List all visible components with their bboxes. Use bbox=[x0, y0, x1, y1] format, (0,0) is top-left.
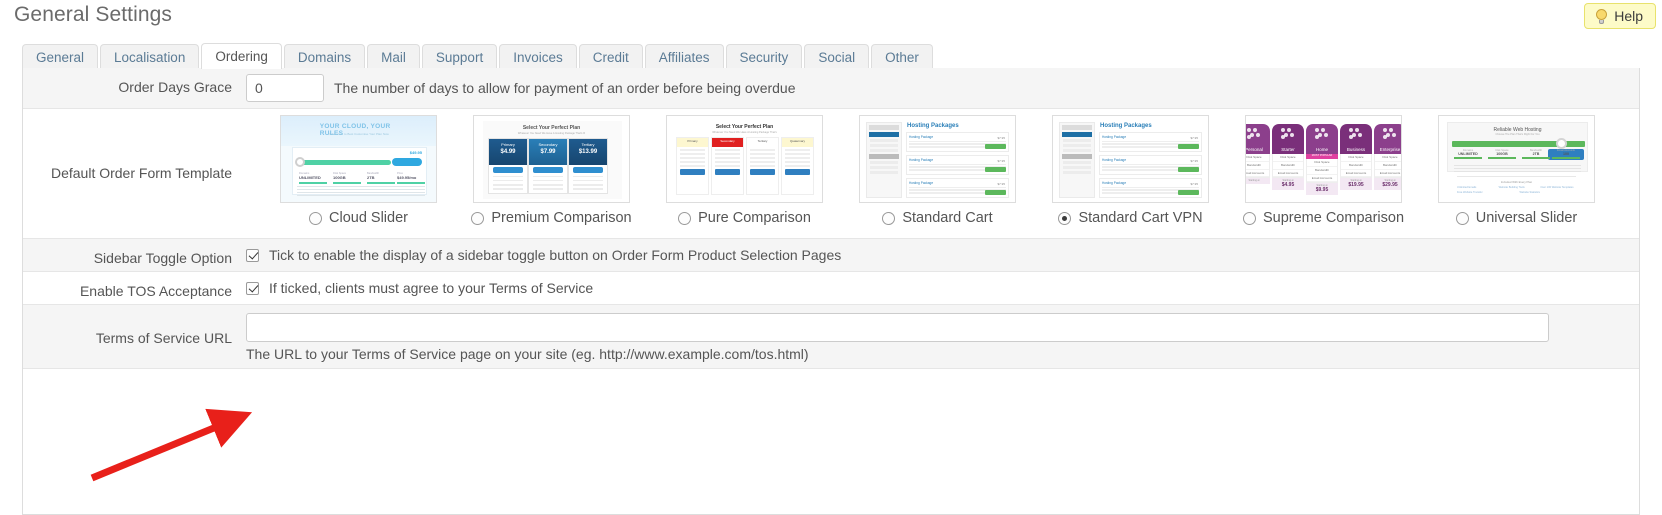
template-label-supreme-comparison: Supreme Comparison bbox=[1263, 210, 1404, 226]
template-label-cloud-slider: Cloud Slider bbox=[329, 210, 408, 226]
settings-tabs: GeneralLocalisationOrderingDomainsMailSu… bbox=[22, 43, 1640, 69]
template-radio-standard-cart[interactable] bbox=[882, 212, 895, 225]
row-sidebar-toggle: Sidebar Toggle Option Tick to enable the… bbox=[23, 239, 1639, 272]
template-thumbnail-standard-cart[interactable]: Hosting PackagesHosting Package $7.95Hos… bbox=[859, 115, 1016, 203]
template-label-universal-slider: Universal Slider bbox=[1476, 210, 1578, 226]
row-default-order-form-template: Default Order Form Template YOUR CLOUD, … bbox=[23, 109, 1639, 239]
tab-support[interactable]: Support bbox=[422, 44, 497, 69]
template-radio-premium-comparison[interactable] bbox=[471, 212, 484, 225]
lightbulb-icon bbox=[1595, 9, 1608, 24]
template-label-row-premium-comparison: Premium Comparison bbox=[471, 210, 631, 226]
template-label-premium-comparison: Premium Comparison bbox=[491, 210, 631, 226]
tos-url-help: The URL to your Terms of Service page on… bbox=[246, 346, 809, 362]
template-thumbnail-supreme-comparison[interactable]: Personal Disk SpaceBandwidthEmail Accoun… bbox=[1245, 115, 1402, 203]
template-radio-standard-cart-vpn[interactable] bbox=[1058, 212, 1071, 225]
tab-invoices[interactable]: Invoices bbox=[499, 44, 577, 69]
template-radio-universal-slider[interactable] bbox=[1456, 212, 1469, 225]
template-radio-pure-comparison[interactable] bbox=[678, 212, 691, 225]
template-thumbnail-universal-slider[interactable]: Reliable Web HostingChoose The Plan That… bbox=[1438, 115, 1595, 203]
help-button[interactable]: Help bbox=[1584, 3, 1656, 29]
template-radio-supreme-comparison[interactable] bbox=[1243, 212, 1256, 225]
template-radio-cloud-slider[interactable] bbox=[309, 212, 322, 225]
order-days-grace-input[interactable] bbox=[246, 74, 324, 102]
template-label-standard-cart: Standard Cart bbox=[902, 210, 992, 226]
template-thumbnail-cloud-slider[interactable]: YOUR CLOUD, YOUR RULES Order Here to Bes… bbox=[280, 115, 437, 203]
template-option-universal-slider[interactable]: Reliable Web HostingChoose The Plan That… bbox=[1420, 115, 1613, 226]
template-option-cloud-slider[interactable]: YOUR CLOUD, YOUR RULES Order Here to Bes… bbox=[262, 115, 455, 226]
template-option-supreme-comparison[interactable]: Personal Disk SpaceBandwidthEmail Accoun… bbox=[1227, 115, 1420, 226]
template-thumbnail-premium-comparison[interactable]: Select Your Perfect PlanWhatever You Nee… bbox=[473, 115, 630, 203]
row-enable-tos: Enable TOS Acceptance If ticked, clients… bbox=[23, 272, 1639, 305]
tos-url-input[interactable] bbox=[246, 313, 1549, 342]
template-label-row-cloud-slider: Cloud Slider bbox=[309, 210, 408, 226]
template-option-standard-cart-vpn[interactable]: Hosting PackagesHosting Package $7.95Hos… bbox=[1034, 115, 1227, 226]
row-tos-url: Terms of Service URL The URL to your Ter… bbox=[23, 305, 1639, 369]
template-thumbnail-pure-comparison[interactable]: Select Your Perfect PlanWhatever You Nee… bbox=[666, 115, 823, 203]
tab-credit[interactable]: Credit bbox=[579, 44, 643, 69]
template-label-row-universal-slider: Universal Slider bbox=[1456, 210, 1578, 226]
sidebar-toggle-label: Sidebar Toggle Option bbox=[23, 239, 240, 268]
row-order-days-grace: Order Days Grace The number of days to a… bbox=[23, 68, 1639, 109]
help-button-label: Help bbox=[1614, 8, 1643, 24]
template-option-premium-comparison[interactable]: Select Your Perfect PlanWhatever You Nee… bbox=[455, 115, 648, 226]
tab-general[interactable]: General bbox=[22, 44, 98, 69]
order-days-grace-label: Order Days Grace bbox=[23, 68, 240, 97]
tos-url-label: Terms of Service URL bbox=[23, 305, 240, 348]
enable-tos-checkbox[interactable] bbox=[246, 282, 259, 295]
tab-other[interactable]: Other bbox=[871, 44, 933, 69]
tab-social[interactable]: Social bbox=[804, 44, 869, 69]
template-label-standard-cart-vpn: Standard Cart VPN bbox=[1078, 210, 1202, 226]
template-option-pure-comparison[interactable]: Select Your Perfect PlanWhatever You Nee… bbox=[648, 115, 841, 226]
enable-tos-help: If ticked, clients must agree to your Te… bbox=[269, 280, 593, 296]
page-title: General Settings bbox=[14, 3, 172, 27]
sidebar-toggle-help: Tick to enable the display of a sidebar … bbox=[269, 247, 841, 263]
enable-tos-label: Enable TOS Acceptance bbox=[23, 272, 240, 301]
sidebar-toggle-checkbox[interactable] bbox=[246, 249, 259, 262]
tab-mail[interactable]: Mail bbox=[367, 44, 420, 69]
tab-affiliates[interactable]: Affiliates bbox=[645, 44, 724, 69]
tab-ordering[interactable]: Ordering bbox=[201, 43, 282, 69]
tab-domains[interactable]: Domains bbox=[284, 44, 365, 69]
template-label-pure-comparison: Pure Comparison bbox=[698, 210, 811, 226]
template-label-row-supreme-comparison: Supreme Comparison bbox=[1243, 210, 1404, 226]
template-label-row-standard-cart-vpn: Standard Cart VPN bbox=[1058, 210, 1202, 226]
tab-security[interactable]: Security bbox=[726, 44, 803, 69]
tab-localisation[interactable]: Localisation bbox=[100, 44, 199, 69]
page-header: General Settings Help bbox=[0, 0, 1662, 40]
template-thumbnail-standard-cart-vpn[interactable]: Hosting PackagesHosting Package $7.95Hos… bbox=[1052, 115, 1209, 203]
template-label-row-standard-cart: Standard Cart bbox=[882, 210, 992, 226]
template-label-row-pure-comparison: Pure Comparison bbox=[678, 210, 811, 226]
order-form-template-grid: YOUR CLOUD, YOUR RULES Order Here to Bes… bbox=[240, 109, 1632, 238]
settings-panel: Order Days Grace The number of days to a… bbox=[22, 68, 1640, 515]
template-option-standard-cart[interactable]: Hosting PackagesHosting Package $7.95Hos… bbox=[841, 115, 1034, 226]
default-order-form-template-label: Default Order Form Template bbox=[23, 164, 240, 183]
order-days-grace-help: The number of days to allow for payment … bbox=[334, 80, 796, 96]
